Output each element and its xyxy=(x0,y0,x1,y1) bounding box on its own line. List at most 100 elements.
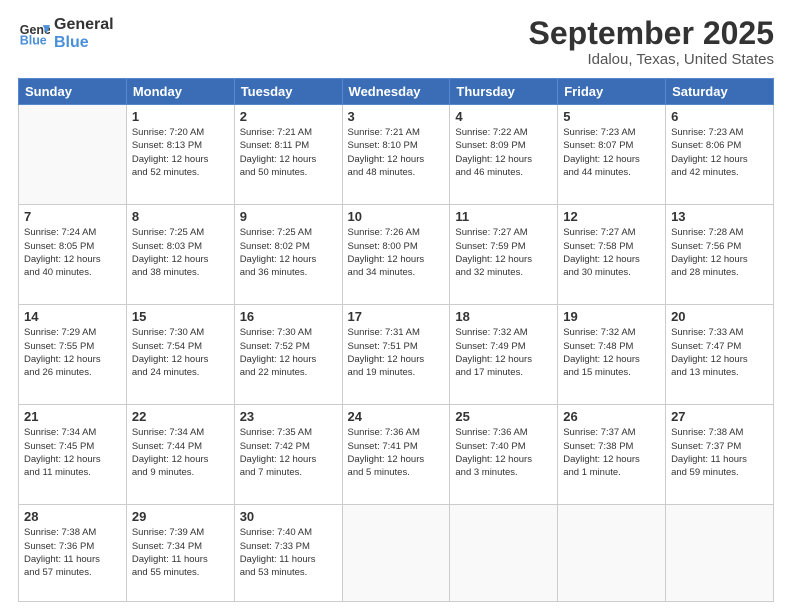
calendar-cell: 19Sunrise: 7:32 AM Sunset: 7:48 PM Dayli… xyxy=(558,305,666,405)
day-info: Sunrise: 7:30 AM Sunset: 7:54 PM Dayligh… xyxy=(132,326,229,379)
day-number: 29 xyxy=(132,509,229,524)
day-info: Sunrise: 7:27 AM Sunset: 7:59 PM Dayligh… xyxy=(455,226,552,279)
day-info: Sunrise: 7:33 AM Sunset: 7:47 PM Dayligh… xyxy=(671,326,768,379)
calendar-cell: 2 Sunrise: 7:21 AM Sunset: 8:11 PM Daylig… xyxy=(234,105,342,205)
calendar-cell: 30 Sunrise: 7:40 AM Sunset: 7:33 PM Dayli… xyxy=(234,505,342,602)
day-number: 4 xyxy=(455,109,552,124)
calendar-cell: 5 Sunrise: 7:23 AM Sunset: 8:07 PM Daylig… xyxy=(558,105,666,205)
day-info: Sunrise: 7:25 AM Sunset: 8:02 PM Dayligh… xyxy=(240,226,337,279)
day-number: 3 xyxy=(348,109,445,124)
day-number: 25 xyxy=(455,409,552,424)
day-number: 2 xyxy=(240,109,337,124)
day-info: Sunrise: 7:28 AM Sunset: 7:56 PM Dayligh… xyxy=(671,226,768,279)
calendar-cell: 1Sunrise: 7:20 AM Sunset: 8:13 PM Daylig… xyxy=(126,105,234,205)
calendar-cell: 26Sunrise: 7:37 AM Sunset: 7:38 PM Dayli… xyxy=(558,405,666,505)
day-info: Sunrise: 7:35 AM Sunset: 7:42 PM Dayligh… xyxy=(240,426,337,479)
day-number: 22 xyxy=(132,409,229,424)
calendar-cell: 4 Sunrise: 7:22 AM Sunset: 8:09 PM Daylig… xyxy=(450,105,558,205)
calendar-cell xyxy=(450,505,558,602)
day-info: Sunrise: 7:38 AM Sunset: 7:36 PM Dayligh… xyxy=(24,526,121,579)
day-number: 28 xyxy=(24,509,121,524)
weekday-header-saturday: Saturday xyxy=(666,79,774,105)
calendar-cell: 15 Sunrise: 7:30 AM Sunset: 7:54 PM Dayli… xyxy=(126,305,234,405)
weekday-header-monday: Monday xyxy=(126,79,234,105)
day-number: 8 xyxy=(132,209,229,224)
calendar-cell: 24Sunrise: 7:36 AM Sunset: 7:41 PM Dayli… xyxy=(342,405,450,505)
day-number: 18 xyxy=(455,309,552,324)
day-number: 24 xyxy=(348,409,445,424)
day-info: Sunrise: 7:34 AM Sunset: 7:44 PM Dayligh… xyxy=(132,426,229,479)
calendar-cell xyxy=(558,505,666,602)
day-info: Sunrise: 7:27 AM Sunset: 7:58 PM Dayligh… xyxy=(563,226,660,279)
calendar-cell xyxy=(666,505,774,602)
month-title: September 2025 xyxy=(529,16,774,51)
weekday-header-wednesday: Wednesday xyxy=(342,79,450,105)
day-info: Sunrise: 7:32 AM Sunset: 7:48 PM Dayligh… xyxy=(563,326,660,379)
calendar-cell xyxy=(19,105,127,205)
day-info: Sunrise: 7:38 AM Sunset: 7:37 PM Dayligh… xyxy=(671,426,768,479)
calendar-cell xyxy=(342,505,450,602)
day-number: 13 xyxy=(671,209,768,224)
day-number: 16 xyxy=(240,309,337,324)
calendar-cell: 27 Sunrise: 7:38 AM Sunset: 7:37 PM Dayli… xyxy=(666,405,774,505)
calendar-cell: 22 Sunrise: 7:34 AM Sunset: 7:44 PM Dayli… xyxy=(126,405,234,505)
svg-text:Blue: Blue xyxy=(20,33,47,47)
calendar-cell: 28 Sunrise: 7:38 AM Sunset: 7:36 PM Dayli… xyxy=(19,505,127,602)
day-info: Sunrise: 7:39 AM Sunset: 7:34 PM Dayligh… xyxy=(132,526,229,579)
day-number: 11 xyxy=(455,209,552,224)
calendar-cell: 25 Sunrise: 7:36 AM Sunset: 7:40 PM Dayli… xyxy=(450,405,558,505)
calendar-cell: 11 Sunrise: 7:27 AM Sunset: 7:59 PM Dayli… xyxy=(450,205,558,305)
weekday-header-thursday: Thursday xyxy=(450,79,558,105)
day-info: Sunrise: 7:26 AM Sunset: 8:00 PM Dayligh… xyxy=(348,226,445,279)
day-number: 9 xyxy=(240,209,337,224)
day-info: Sunrise: 7:21 AM Sunset: 8:10 PM Dayligh… xyxy=(348,126,445,179)
day-info: Sunrise: 7:36 AM Sunset: 7:40 PM Dayligh… xyxy=(455,426,552,479)
calendar-cell: 8 Sunrise: 7:25 AM Sunset: 8:03 PM Daylig… xyxy=(126,205,234,305)
day-number: 15 xyxy=(132,309,229,324)
calendar-cell: 18Sunrise: 7:32 AM Sunset: 7:49 PM Dayli… xyxy=(450,305,558,405)
weekday-header-tuesday: Tuesday xyxy=(234,79,342,105)
day-number: 6 xyxy=(671,109,768,124)
calendar-cell: 13 Sunrise: 7:28 AM Sunset: 7:56 PM Dayli… xyxy=(666,205,774,305)
day-info: Sunrise: 7:21 AM Sunset: 8:11 PM Dayligh… xyxy=(240,126,337,179)
title-block: September 2025 Idalou, Texas, United Sta… xyxy=(529,16,774,68)
logo-general: General xyxy=(54,16,114,34)
day-info: Sunrise: 7:24 AM Sunset: 8:05 PM Dayligh… xyxy=(24,226,121,279)
calendar-cell: 14Sunrise: 7:29 AM Sunset: 7:55 PM Dayli… xyxy=(19,305,127,405)
calendar-cell: 6 Sunrise: 7:23 AM Sunset: 8:06 PM Daylig… xyxy=(666,105,774,205)
calendar-cell: 7Sunrise: 7:24 AM Sunset: 8:05 PM Daylig… xyxy=(19,205,127,305)
day-number: 12 xyxy=(563,209,660,224)
day-number: 30 xyxy=(240,509,337,524)
calendar-table: SundayMondayTuesdayWednesdayThursdayFrid… xyxy=(18,78,774,602)
day-info: Sunrise: 7:22 AM Sunset: 8:09 PM Dayligh… xyxy=(455,126,552,179)
calendar-cell: 20 Sunrise: 7:33 AM Sunset: 7:47 PM Dayli… xyxy=(666,305,774,405)
weekday-header-sunday: Sunday xyxy=(19,79,127,105)
day-number: 21 xyxy=(24,409,121,424)
day-info: Sunrise: 7:25 AM Sunset: 8:03 PM Dayligh… xyxy=(132,226,229,279)
calendar-cell: 16 Sunrise: 7:30 AM Sunset: 7:52 PM Dayli… xyxy=(234,305,342,405)
day-number: 20 xyxy=(671,309,768,324)
day-number: 26 xyxy=(563,409,660,424)
day-info: Sunrise: 7:29 AM Sunset: 7:55 PM Dayligh… xyxy=(24,326,121,379)
day-info: Sunrise: 7:23 AM Sunset: 8:07 PM Dayligh… xyxy=(563,126,660,179)
day-number: 17 xyxy=(348,309,445,324)
calendar-cell: 17 Sunrise: 7:31 AM Sunset: 7:51 PM Dayli… xyxy=(342,305,450,405)
calendar-cell: 12 Sunrise: 7:27 AM Sunset: 7:58 PM Dayli… xyxy=(558,205,666,305)
day-info: Sunrise: 7:34 AM Sunset: 7:45 PM Dayligh… xyxy=(24,426,121,479)
calendar-cell: 3 Sunrise: 7:21 AM Sunset: 8:10 PM Daylig… xyxy=(342,105,450,205)
calendar-cell: 23Sunrise: 7:35 AM Sunset: 7:42 PM Dayli… xyxy=(234,405,342,505)
calendar-cell: 9 Sunrise: 7:25 AM Sunset: 8:02 PM Daylig… xyxy=(234,205,342,305)
day-number: 27 xyxy=(671,409,768,424)
day-info: Sunrise: 7:23 AM Sunset: 8:06 PM Dayligh… xyxy=(671,126,768,179)
day-info: Sunrise: 7:40 AM Sunset: 7:33 PM Dayligh… xyxy=(240,526,337,579)
location-title: Idalou, Texas, United States xyxy=(529,51,774,68)
day-number: 5 xyxy=(563,109,660,124)
day-info: Sunrise: 7:31 AM Sunset: 7:51 PM Dayligh… xyxy=(348,326,445,379)
day-number: 10 xyxy=(348,209,445,224)
day-info: Sunrise: 7:20 AM Sunset: 8:13 PM Dayligh… xyxy=(132,126,229,179)
weekday-header-friday: Friday xyxy=(558,79,666,105)
calendar-cell: 10 Sunrise: 7:26 AM Sunset: 8:00 PM Dayli… xyxy=(342,205,450,305)
logo-blue: Blue xyxy=(54,34,114,52)
calendar-cell: 29 Sunrise: 7:39 AM Sunset: 7:34 PM Dayli… xyxy=(126,505,234,602)
day-info: Sunrise: 7:30 AM Sunset: 7:52 PM Dayligh… xyxy=(240,326,337,379)
